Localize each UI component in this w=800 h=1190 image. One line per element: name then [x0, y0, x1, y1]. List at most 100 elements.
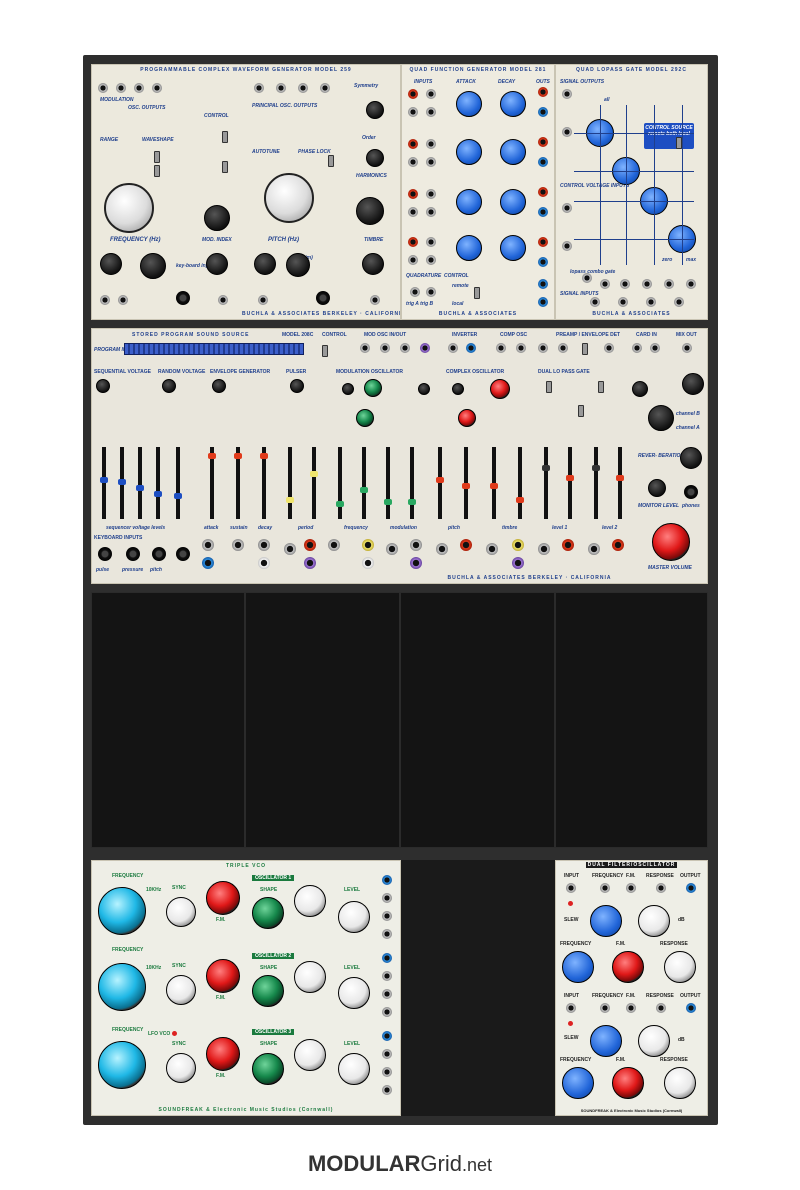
jack-cv-in-1[interactable] — [562, 203, 572, 213]
osc3-out-2[interactable] — [382, 1049, 392, 1059]
slider-frequency-2[interactable] — [360, 447, 368, 519]
f1-fine-frequency-knob[interactable] — [562, 951, 594, 983]
jack-to-card1[interactable] — [632, 343, 642, 353]
jack-ch2-decay[interactable] — [426, 139, 436, 149]
jack-ch4-attack[interactable] — [408, 237, 418, 247]
slider-sustain[interactable] — [234, 447, 242, 519]
f1-output-jack[interactable] — [686, 883, 696, 893]
program-interface-connector[interactable] — [124, 343, 304, 355]
jack-from-card[interactable] — [420, 343, 430, 353]
f1-input-jack[interactable] — [566, 883, 576, 893]
osc3-level-knob[interactable] — [338, 1053, 370, 1085]
control-source-switch[interactable] — [676, 137, 682, 149]
osc2-shape-mod-knob[interactable] — [294, 961, 326, 993]
jack-ch4-out[interactable] — [538, 237, 548, 247]
jack-period-cv[interactable] — [328, 539, 340, 551]
jack-sig-in-4[interactable] — [674, 297, 684, 307]
ch1-decay-knob[interactable] — [500, 91, 526, 117]
slider-modulation-2[interactable] — [408, 447, 416, 519]
jack-kb-pulse[interactable] — [98, 547, 112, 561]
jack-aux-in[interactable] — [558, 343, 568, 353]
jack-ch4-in-2[interactable] — [426, 255, 436, 265]
osc3-out-1[interactable] — [382, 1031, 392, 1041]
jack-comp-c[interactable] — [516, 343, 526, 353]
waveshape-toggle[interactable] — [154, 151, 160, 163]
f1-fm-knob[interactable] — [612, 951, 644, 983]
control-remote-toggle[interactable] — [322, 345, 328, 357]
jack-mode-1[interactable] — [582, 273, 592, 283]
lpg-mode-toggle-2[interactable] — [598, 381, 604, 393]
jack-mod-out[interactable] — [400, 343, 410, 353]
index-knob[interactable] — [206, 253, 228, 275]
jack-ch3-in[interactable] — [408, 207, 418, 217]
jack-to-card2[interactable] — [650, 343, 660, 353]
jack-inverter-in[interactable] — [448, 343, 458, 353]
jack-cv-in-2[interactable] — [562, 241, 572, 251]
slider-frequency-1[interactable] — [336, 447, 344, 519]
osc3-shape-mod-knob[interactable] — [294, 1039, 326, 1071]
jack-ch3-out[interactable] — [538, 187, 548, 197]
f2-response-knob[interactable] — [638, 1025, 670, 1057]
osc3-sync-knob[interactable] — [166, 1053, 196, 1083]
slider-period-2[interactable] — [310, 447, 318, 519]
jack-ch4-decay[interactable] — [426, 237, 436, 247]
osc2-out-2[interactable] — [382, 971, 392, 981]
lpg-gate-toggle[interactable] — [578, 405, 584, 417]
jack-timbre-cv[interactable] — [486, 543, 498, 555]
mod-osc-waveshape-knob[interactable] — [418, 383, 430, 395]
slider-decay[interactable] — [260, 447, 268, 519]
jack-ch3-attack[interactable] — [408, 189, 418, 199]
jack-trig-b[interactable] — [426, 287, 436, 297]
seq-slider-3[interactable] — [136, 447, 144, 519]
mod-index-knob[interactable] — [204, 205, 230, 231]
slider-attack[interactable] — [208, 447, 216, 519]
jack-fm-in[interactable] — [100, 295, 110, 305]
jack-mode-2[interactable] — [600, 279, 610, 289]
jack-ch2-attack[interactable] — [408, 139, 418, 149]
jack-principal-out-1[interactable] — [254, 83, 264, 93]
comp-osc-fine-tune-knob[interactable] — [490, 379, 510, 399]
gain-knob[interactable] — [632, 381, 648, 397]
f1-response-mod-knob[interactable] — [664, 951, 696, 983]
seq-trigger-knob[interactable] — [96, 379, 110, 393]
jack-ch1-attack[interactable] — [408, 89, 418, 99]
osc2-frequency-knob[interactable] — [98, 963, 146, 1011]
jack-env-out[interactable] — [604, 343, 614, 353]
jack-comp-w[interactable] — [496, 343, 506, 353]
jack-seq-cv[interactable] — [410, 557, 422, 569]
jack-index-cv[interactable] — [218, 295, 228, 305]
jack-ch4-out-2[interactable] — [538, 257, 548, 267]
jack-level2-cv[interactable] — [588, 543, 600, 555]
osc1-frequency-knob[interactable] — [98, 887, 146, 935]
jack-freq-cv[interactable] — [362, 539, 374, 551]
jack-kb-pressure[interactable] — [126, 547, 140, 561]
slider-timbre-1[interactable] — [490, 447, 498, 519]
f2-response-jack[interactable] — [656, 1003, 666, 1013]
jack-sig-in-1[interactable] — [590, 297, 600, 307]
jack-pitch-fm[interactable] — [258, 295, 268, 305]
jack-freq-cv-2[interactable] — [362, 557, 374, 569]
jack-out-a[interactable] — [538, 279, 548, 289]
jack-fm-in-2[interactable] — [118, 295, 128, 305]
jack-ch1-in[interactable] — [408, 107, 418, 117]
f1-response-knob[interactable] — [638, 905, 670, 937]
jack-ch2-out-2[interactable] — [538, 157, 548, 167]
osc1-level-knob[interactable] — [338, 901, 370, 933]
jack-mod-in[interactable] — [98, 83, 108, 93]
phase-lock-toggle[interactable] — [222, 161, 228, 173]
seq-slider-2[interactable] — [118, 447, 126, 519]
channel-a-knob[interactable] — [648, 405, 674, 431]
f2-freq-jack[interactable] — [600, 1003, 610, 1013]
jack-env-out[interactable] — [232, 539, 244, 551]
osc1-out-2[interactable] — [382, 893, 392, 903]
jack-fm-in[interactable] — [360, 343, 370, 353]
autotune-toggle[interactable] — [328, 155, 334, 167]
osc2-level-knob[interactable] — [338, 977, 370, 1009]
jack-pitch-cv-2[interactable] — [460, 539, 472, 551]
jack-ch1-in-2[interactable] — [426, 107, 436, 117]
osc1-out-4[interactable] — [382, 929, 392, 939]
jack-ch3-in-2[interactable] — [426, 207, 436, 217]
jack-env-trig[interactable] — [202, 539, 214, 551]
random-trigger-knob[interactable] — [162, 379, 176, 393]
seq-slider-4[interactable] — [154, 447, 162, 519]
